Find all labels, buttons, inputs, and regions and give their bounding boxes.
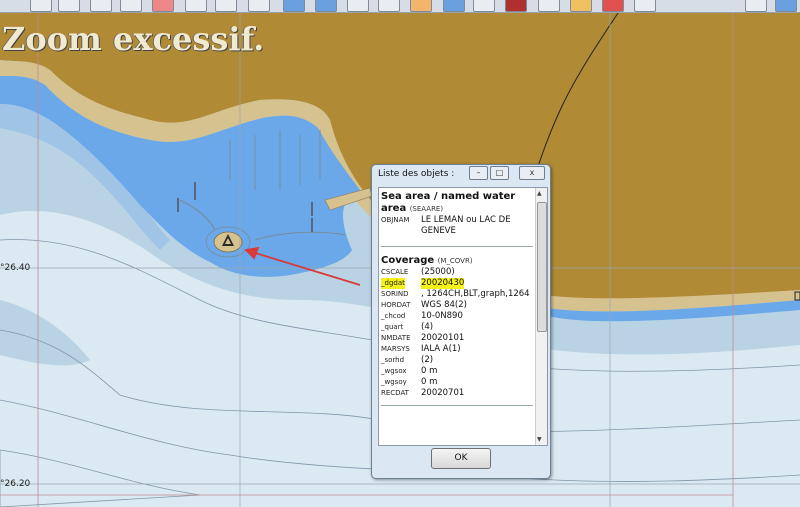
attribute-row: SORIND , 1264CH,BLT,graph,1264 bbox=[381, 289, 533, 300]
attribute-row: _wgsoy 0 m bbox=[381, 377, 533, 388]
attribute-value: LE LEMAN ou LAC DE GENEVE bbox=[421, 215, 511, 236]
attribute-key: NMDATE bbox=[381, 334, 411, 342]
attribute-value: (2) bbox=[421, 355, 434, 365]
attribute-row: _sorhd (2) bbox=[381, 355, 533, 366]
toolbar-tool-button[interactable] bbox=[120, 0, 142, 12]
attribute-row: RECDAT 20020701 bbox=[381, 388, 533, 399]
scrollbar-thumb[interactable] bbox=[537, 202, 547, 332]
attribute-value: 20020430 bbox=[421, 278, 465, 289]
attribute-value: (4) bbox=[421, 322, 434, 332]
toolbar-tool-button[interactable] bbox=[745, 0, 767, 12]
attribute-key: MARSYS bbox=[381, 345, 410, 353]
object-list-dialog: Liste des objets : – □ x Sea area / name… bbox=[371, 164, 551, 479]
dialog-title: Liste des objets : bbox=[378, 169, 455, 179]
toolbar-tool-button[interactable] bbox=[315, 0, 337, 12]
attribute-key: CSCALE bbox=[381, 268, 409, 276]
map-toolbar bbox=[0, 0, 800, 13]
toolbar-tool-button[interactable] bbox=[152, 0, 174, 12]
minimize-button[interactable]: – bbox=[469, 166, 488, 180]
attribute-row: _wgsox 0 m bbox=[381, 366, 533, 377]
attribute-key: _quart bbox=[381, 323, 404, 331]
attribute-value: 20020101 bbox=[421, 333, 465, 343]
toolbar-tool-button[interactable] bbox=[538, 0, 560, 12]
attribute-key: _dgdat bbox=[381, 278, 405, 289]
toolbar-tool-button[interactable] bbox=[248, 0, 270, 12]
toolbar-tool-button[interactable] bbox=[30, 0, 52, 12]
toolbar-tool-button[interactable] bbox=[347, 0, 369, 12]
toolbar-tool-button[interactable] bbox=[473, 0, 495, 12]
section-title: Sea area / named water area (SEAARE) bbox=[381, 191, 533, 215]
section-code: (M_COVR) bbox=[437, 257, 473, 265]
toolbar-tool-button[interactable] bbox=[215, 0, 237, 12]
section-title: Coverage (M_COVR) bbox=[381, 255, 533, 267]
section-divider bbox=[381, 246, 533, 247]
attribute-key: _wgsoy bbox=[381, 378, 407, 386]
ok-button[interactable]: OK bbox=[431, 448, 491, 469]
attribute-row: _chcod 10-0N890 bbox=[381, 311, 533, 322]
toolbar-tool-button[interactable] bbox=[58, 0, 80, 12]
section-title-text: Coverage bbox=[381, 255, 435, 266]
toolbar-tool-button[interactable] bbox=[443, 0, 465, 12]
object-attributes-content: Sea area / named water area (SEAARE) OBJ… bbox=[381, 191, 533, 414]
latitude-label: °26.20 bbox=[0, 479, 31, 489]
toolbar-tool-button[interactable] bbox=[775, 0, 797, 12]
attribute-row: _quart (4) bbox=[381, 322, 533, 333]
toolbar-tool-button[interactable] bbox=[602, 0, 624, 12]
attribute-value: 0 m bbox=[421, 366, 438, 376]
attribute-key: _sorhd bbox=[381, 356, 405, 364]
toolbar-tool-button[interactable] bbox=[410, 0, 432, 12]
section-code: (SEAARE) bbox=[409, 205, 444, 213]
section-divider bbox=[381, 405, 533, 406]
toolbar-tool-button[interactable] bbox=[634, 0, 656, 12]
attribute-value: , 1264CH,BLT,graph,1264 bbox=[421, 289, 530, 299]
attribute-row: MARSYS IALA A(1) bbox=[381, 344, 533, 355]
attribute-key: _chcod bbox=[381, 312, 406, 320]
toolbar-tool-button[interactable] bbox=[90, 0, 112, 12]
maximize-button[interactable]: □ bbox=[490, 166, 509, 180]
object-attributes-panel[interactable]: Sea area / named water area (SEAARE) OBJ… bbox=[378, 187, 548, 446]
attribute-value: 0 m bbox=[421, 377, 438, 387]
toolbar-tool-button[interactable] bbox=[505, 0, 527, 12]
section-title-text: Sea area / named water area bbox=[381, 191, 516, 214]
attribute-row: HORDAT WGS 84(2) bbox=[381, 300, 533, 311]
attribute-value: IALA A(1) bbox=[421, 344, 461, 354]
attribute-key: RECDAT bbox=[381, 389, 409, 397]
toolbar-tool-button[interactable] bbox=[570, 0, 592, 12]
attribute-key: _wgsox bbox=[381, 367, 407, 375]
scroll-up-arrow-icon[interactable]: ▲ bbox=[537, 190, 542, 197]
attribute-key: SORIND bbox=[381, 290, 409, 298]
close-button[interactable]: x bbox=[519, 166, 545, 180]
attribute-key: OBJNAM bbox=[381, 216, 410, 224]
attribute-value: WGS 84(2) bbox=[421, 300, 467, 310]
zoom-excessive-message: Zoom excessif. bbox=[2, 20, 265, 58]
attribute-row-highlighted: _dgdat 20020430 bbox=[381, 278, 533, 289]
toolbar-tool-button[interactable] bbox=[283, 0, 305, 12]
scroll-down-arrow-icon[interactable]: ▼ bbox=[537, 436, 542, 443]
attribute-row: CSCALE (25000) bbox=[381, 267, 533, 278]
attribute-row: OBJNAM LE LEMAN ou LAC DE GENEVE bbox=[381, 215, 533, 239]
attribute-value: (25000) bbox=[421, 267, 455, 277]
toolbar-tool-button[interactable] bbox=[185, 0, 207, 12]
toolbar-tool-button[interactable] bbox=[378, 0, 400, 12]
attribute-value: 10-0N890 bbox=[421, 311, 463, 321]
attribute-value: 20020701 bbox=[421, 388, 465, 398]
vertical-scrollbar[interactable]: ▲ ▼ bbox=[535, 188, 547, 445]
attribute-row: NMDATE 20020101 bbox=[381, 333, 533, 344]
attribute-key: HORDAT bbox=[381, 301, 411, 309]
latitude-label: °26.40 bbox=[0, 263, 31, 273]
